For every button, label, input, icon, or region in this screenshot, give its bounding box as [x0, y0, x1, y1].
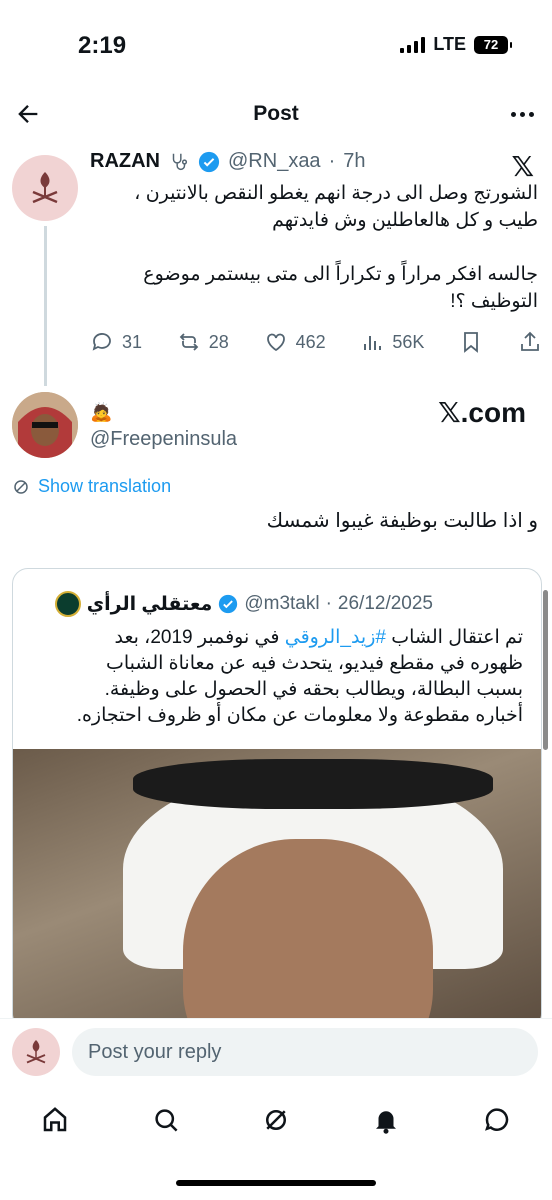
quote-line: ظهوره في مقطع فيديو، يتحدث فيه عن معاناة… — [105, 653, 523, 674]
post-time: 7h — [343, 150, 366, 172]
x-logo-icon: 𝕏 — [511, 151, 534, 182]
verified-badge-icon — [198, 151, 220, 172]
embedded-avatar — [12, 392, 78, 458]
emblem-icon — [26, 1040, 46, 1064]
tweet-line: الشورتج وصل الى درجة انهم يغطو النقص بال… — [134, 183, 538, 204]
quote-author-name: معتقلي الرأي — [86, 593, 213, 615]
bottom-nav — [0, 1092, 552, 1148]
hashtag-link[interactable]: #زيد_الروقي — [285, 627, 386, 648]
battery-icon: 72 — [474, 35, 512, 54]
tweet-line: طيب و كل هالعاطلين وش فايدتهم — [272, 210, 538, 231]
show-translation-label[interactable]: Show translation — [38, 476, 171, 497]
tweet-actions: 31 28 462 56K — [90, 330, 542, 354]
person-image — [12, 392, 78, 458]
stethoscope-icon — [172, 153, 188, 170]
repost-icon — [179, 333, 199, 351]
notifications-bell-icon[interactable] — [371, 1105, 401, 1135]
signal-icon — [400, 36, 426, 53]
home-indicator — [176, 1180, 376, 1186]
tweet-text: الشورتج وصل الى درجة انهم يغطو النقص بال… — [86, 180, 538, 315]
author-name[interactable]: RAZAN — [90, 150, 160, 173]
view-count: 56K — [392, 331, 425, 352]
battery-level: 72 — [483, 37, 499, 52]
quote-line-prefix: تم اعتقال الشاب — [385, 627, 523, 648]
quote-line: بسبب البطالة، ويطالب بحقه في الحصول على … — [104, 679, 523, 700]
search-icon[interactable] — [151, 1105, 181, 1135]
page-title: Post — [253, 102, 299, 125]
reply-avatar — [12, 1028, 60, 1076]
reply-count: 31 — [122, 331, 143, 352]
quote-line: أخباره مقطوعة ولا معلومات عن مكان أو ظرو… — [76, 705, 523, 726]
heart-icon — [266, 333, 285, 352]
bookmark-button[interactable] — [459, 330, 483, 354]
tweet-header: RAZAN @RN_xaa · 7h — [90, 150, 365, 173]
repost-count: 28 — [208, 331, 229, 352]
quote-text: تم اعتقال الشاب #زيد_الروقي في نوفمبر 20… — [27, 625, 523, 729]
embedded-text: و اذا طالبت بوظيفة غيبوا شمسك — [266, 510, 538, 532]
like-button[interactable]: 462 — [264, 330, 326, 354]
separator-dot: · — [328, 150, 336, 172]
translate-icon — [14, 479, 28, 494]
grok-icon[interactable] — [261, 1105, 291, 1135]
reply-button[interactable]: 31 — [90, 330, 142, 354]
bookmark-icon — [464, 332, 479, 353]
reply-icon — [92, 333, 111, 351]
status-indicators: LTE 72 — [400, 34, 512, 55]
emblem-icon — [32, 172, 58, 204]
author-handle[interactable]: @RN_xaa — [228, 150, 321, 173]
like-count: 462 — [295, 331, 326, 352]
share-icon — [521, 331, 539, 351]
repost-button[interactable]: 28 — [177, 330, 229, 354]
embedded-name: 🙇 — [90, 402, 113, 422]
more-options-icon[interactable] — [511, 100, 534, 128]
tweet-line: التوظيف ؟! — [450, 291, 538, 312]
embedded-handle: @Freepeninsula — [90, 428, 238, 450]
network-label: LTE — [433, 34, 466, 54]
share-button[interactable] — [518, 330, 542, 354]
status-time: 2:19 — [78, 32, 127, 59]
quote-date: 26/12/2025 — [337, 593, 433, 614]
messages-icon[interactable] — [482, 1105, 512, 1135]
quote-line: تم اعتقال الشاب #زيد_الروقي في نوفمبر 20… — [27, 625, 523, 651]
tweet-line: جالسه افكر مراراً و تكراراً الى متى بيست… — [143, 264, 538, 285]
views-button[interactable]: 56K — [360, 330, 424, 354]
show-translation-link[interactable]: Show translation — [12, 476, 171, 497]
reply-input[interactable] — [72, 1028, 538, 1076]
views-icon — [364, 336, 382, 350]
avatar[interactable] — [12, 155, 78, 221]
home-icon[interactable] — [40, 1105, 70, 1135]
quoted-post[interactable]: معتقلي الرأي @m3takl · 26/12/2025 تم اعت… — [12, 568, 542, 1030]
quote-video-thumbnail[interactable] — [13, 749, 541, 1029]
scrollbar[interactable] — [543, 590, 548, 750]
verified-badge-icon — [219, 594, 238, 614]
x-com-logo: 𝕏.com — [438, 397, 526, 428]
quote-handle: @m3takl — [244, 593, 320, 614]
quote-header: معتقلي الرأي @m3takl · 26/12/2025 — [54, 591, 433, 617]
thread-line — [44, 226, 47, 386]
quote-line-suffix: في نوفمبر 2019، بعد — [114, 627, 285, 648]
quote-avatar — [54, 591, 81, 617]
separator-dot: · — [325, 593, 332, 614]
